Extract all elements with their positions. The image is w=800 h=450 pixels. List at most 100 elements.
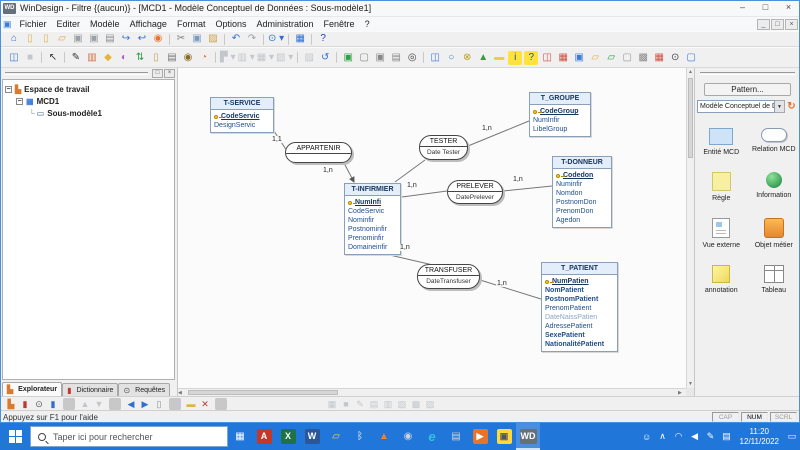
new-package-green[interactable]: ▱: [604, 51, 618, 65]
menu-item[interactable]: Options: [210, 19, 251, 29]
binoculars[interactable]: ◎: [405, 51, 419, 65]
home[interactable]: ⌂: [7, 32, 21, 46]
palette-vue-externe[interactable]: Vue externe: [696, 218, 746, 249]
font-tool[interactable]: ✎: [354, 398, 366, 410]
link-objects-2[interactable]: ▣: [373, 51, 387, 65]
menu-item[interactable]: ?: [360, 19, 375, 29]
style-3[interactable]: ▧: [396, 398, 408, 410]
model-update[interactable]: ◫: [7, 51, 21, 65]
palette-gripper[interactable]: [700, 72, 795, 75]
entity-t_groupe[interactable]: T_GROUPECodeGroupNumInfirLibelGroup: [529, 92, 591, 137]
web-publish[interactable]: ◉: [151, 32, 165, 46]
windesign-app[interactable]: WD: [516, 423, 540, 450]
nav-next[interactable]: ▶: [139, 398, 151, 410]
new-information[interactable]: i: [508, 51, 522, 65]
entity-t-infirmier[interactable]: T-INFIRMIERNumInfiCodeServicNominfirPost…: [344, 183, 401, 255]
menu-item[interactable]: Format: [172, 19, 211, 29]
volume-icon[interactable]: ◀: [687, 423, 703, 450]
new-package-yellow[interactable]: ▱: [588, 51, 602, 65]
scroll-left-arrow[interactable]: ◀: [178, 389, 186, 397]
disabled-tool[interactable]: ■: [23, 51, 37, 65]
show-label[interactable]: ▬: [185, 398, 197, 410]
explorer-panel[interactable]: ▙: [5, 398, 17, 410]
media-app[interactable]: ▶: [468, 423, 492, 450]
palette-refresh-icon[interactable]: ↻: [785, 101, 798, 112]
menu-item[interactable]: Modèle: [85, 19, 125, 29]
chevron-down-icon[interactable]: ▼: [775, 100, 785, 113]
printer-app[interactable]: ▤: [444, 423, 468, 450]
palette-annotation[interactable]: annotation: [696, 265, 746, 294]
bluetooth-icon[interactable]: ᛒ: [348, 423, 372, 450]
start-button[interactable]: [0, 423, 30, 450]
pattern-button[interactable]: Pattern...: [704, 83, 791, 96]
relation-prelever[interactable]: PRELEVERDatePrelever: [447, 180, 503, 204]
history-clock[interactable]: ◔: [197, 51, 211, 65]
check-out[interactable]: ↪: [119, 32, 133, 46]
dictionary-panel[interactable]: ▮: [19, 398, 31, 410]
relation-tester[interactable]: TESTERDate Tester: [419, 135, 468, 160]
mdi-restore-button[interactable]: □: [771, 19, 784, 30]
expand-toggle[interactable]: −: [16, 98, 23, 105]
copy-structure[interactable]: ▢: [620, 51, 634, 65]
panel-close-button[interactable]: ×: [164, 69, 175, 78]
zoom-tool[interactable]: ⊙: [668, 51, 682, 65]
mosaic-tool[interactable]: ▦: [652, 51, 666, 65]
goto-diagram[interactable]: ▯: [153, 398, 165, 410]
canvas-vertical-scrollbar[interactable]: ▲ ▼: [686, 68, 694, 388]
size-menu[interactable]: ▦ ▾: [257, 51, 274, 65]
save-all[interactable]: ▣: [87, 32, 101, 46]
network-icon[interactable]: ◠: [671, 423, 687, 450]
pen-icon[interactable]: ✎: [703, 423, 719, 450]
style-4[interactable]: ▩: [410, 398, 422, 410]
undo[interactable]: ↶: [229, 32, 243, 46]
settings-app[interactable]: ◉: [396, 423, 420, 450]
open-folder[interactable]: ▱: [55, 32, 69, 46]
link-objects-3[interactable]: ▤: [389, 51, 403, 65]
new-table[interactable]: ▦: [556, 51, 570, 65]
panel-pin-button[interactable]: □: [152, 69, 163, 78]
palette-relation-mcd[interactable]: Relation MCD: [749, 128, 799, 156]
mdi-close-button[interactable]: ×: [785, 19, 798, 30]
palette-type-select[interactable]: Modèle Conceptuel de Dor: [697, 100, 775, 113]
people-icon[interactable]: ☺: [639, 423, 655, 450]
file-explorer-app[interactable]: ▱: [324, 423, 348, 450]
vertical-scroll-thumb[interactable]: [688, 78, 693, 158]
menu-item[interactable]: Fenêtre: [319, 19, 360, 29]
task-view-button[interactable]: ▦: [228, 423, 252, 450]
panel-gripper[interactable]: [5, 72, 148, 75]
taskbar-search[interactable]: Taper ici pour rechercher: [30, 426, 228, 447]
entity-t-donneur[interactable]: T-DONNEURCodedonNuminfirNomdonPostnomDon…: [552, 156, 612, 228]
spec-list[interactable]: ▤: [165, 51, 179, 65]
new-inheritance[interactable]: ▲: [476, 51, 490, 65]
word-app[interactable]: W: [300, 423, 324, 450]
maximize-button[interactable]: □: [754, 0, 777, 16]
scroll-right-arrow[interactable]: ▶: [678, 389, 686, 397]
mdi-minimize-button[interactable]: _: [757, 19, 770, 30]
context-help[interactable]: ?: [316, 32, 330, 46]
page-setup[interactable]: ▦: [326, 398, 338, 410]
search-panel[interactable]: ⊙: [33, 398, 45, 410]
palette-objet-metier[interactable]: Objet métier: [749, 218, 799, 249]
minimize-button[interactable]: –: [731, 0, 754, 16]
cut[interactable]: ✂: [174, 32, 188, 46]
sync-arrows[interactable]: ⇅: [133, 51, 147, 65]
print[interactable]: ▤: [103, 32, 117, 46]
requests-panel[interactable]: ▮: [47, 398, 59, 410]
new-entity[interactable]: ◫: [428, 51, 442, 65]
auto-arrange[interactable]: ▨: [302, 51, 316, 65]
menu-item[interactable]: Fichier: [15, 19, 52, 29]
redo[interactable]: ↷: [245, 32, 259, 46]
tab-explorateur[interactable]: ▙Explorateur: [2, 382, 62, 396]
nav-previous[interactable]: ◀: [125, 398, 137, 410]
scroll-down-arrow[interactable]: ▼: [687, 380, 694, 388]
tree-item-sous-modele1[interactable]: └ ▭ Sous-modèle1: [5, 107, 172, 119]
taskbar-clock[interactable]: 11:20 12/11/2022: [740, 427, 779, 447]
green-pages[interactable]: ▣: [341, 51, 355, 65]
palette-information[interactable]: Information: [749, 172, 799, 202]
fill-tool[interactable]: ■: [340, 398, 352, 410]
lock-tool[interactable]: ◉: [181, 51, 195, 65]
new-constraint[interactable]: ⊗: [460, 51, 474, 65]
style-5[interactable]: ▨: [424, 398, 436, 410]
horizontal-scroll-thumb[interactable]: [188, 390, 338, 395]
link-objects-1[interactable]: ▢: [357, 51, 371, 65]
